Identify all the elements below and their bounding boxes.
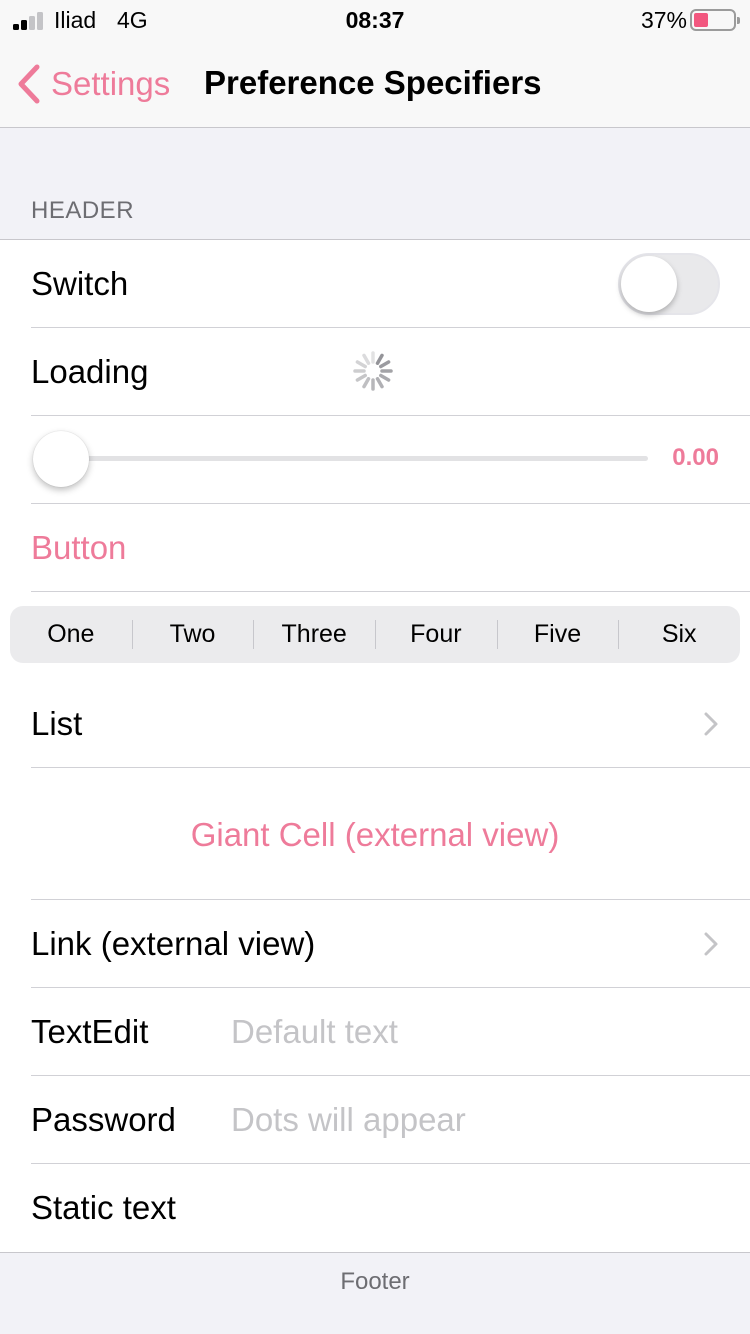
static-text-row: Static text: [0, 1164, 750, 1252]
chevron-right-icon: [704, 712, 718, 736]
spinner-spoke: [362, 353, 371, 365]
battery-terminal: [737, 17, 740, 24]
link-row[interactable]: Link (external view): [0, 900, 750, 988]
switch-label: Switch: [31, 265, 129, 302]
battery-level-fill: [694, 13, 708, 27]
segment-four[interactable]: Four: [375, 606, 497, 663]
battery-percentage: 37%: [640, 7, 687, 33]
chevron-left-icon: [18, 64, 40, 104]
spinner-spoke: [375, 377, 384, 389]
switch-knob: [621, 256, 677, 312]
slider-thumb[interactable]: [33, 431, 89, 487]
segment-two[interactable]: Two: [131, 606, 254, 663]
spinner-spoke: [355, 373, 367, 382]
giant-cell-row[interactable]: Giant Cell (external view): [0, 768, 750, 900]
static-text-label: Static text: [31, 1189, 176, 1226]
action-button[interactable]: Button: [31, 504, 126, 592]
back-button[interactable]: Settings: [16, 62, 170, 106]
back-button-label: Settings: [51, 65, 171, 102]
slider-track: [60, 456, 648, 461]
segmented-control: One Two Three Four Five Six: [10, 606, 740, 663]
segment-one[interactable]: One: [10, 606, 132, 663]
loading-label: Loading: [31, 353, 149, 390]
textedit-label: TextEdit: [31, 1013, 149, 1050]
slider-value: 0.00: [672, 444, 719, 471]
segment-three[interactable]: Three: [253, 606, 375, 663]
spinner-spoke: [355, 360, 367, 369]
password-label: Password: [31, 1101, 176, 1138]
chevron-right-icon: [704, 932, 718, 956]
textedit-field[interactable]: [231, 1007, 721, 1057]
spinner-spoke: [379, 360, 391, 369]
spinner-spoke: [375, 353, 384, 365]
segment-six[interactable]: Six: [618, 606, 740, 663]
page-title: Preference Specifiers: [204, 64, 542, 101]
switch-toggle[interactable]: [618, 253, 720, 315]
section-header: HEADER: [31, 197, 135, 224]
password-row: Password: [0, 1076, 750, 1164]
status-time: 08:37: [345, 7, 405, 33]
navigation-bar: Settings Preference Specifiers: [0, 40, 750, 128]
segment-five[interactable]: Five: [496, 606, 619, 663]
spinner-spoke: [379, 373, 391, 382]
battery-icon: [690, 9, 740, 31]
switch-row: Switch: [0, 240, 750, 328]
password-field[interactable]: [231, 1095, 721, 1145]
status-bar: Iliad 4G 08:37 37%: [0, 0, 750, 40]
list-label: List: [31, 705, 83, 742]
spinner-spoke: [362, 377, 371, 389]
list-row[interactable]: List: [0, 680, 750, 768]
giant-cell-label[interactable]: Giant Cell (external view): [0, 816, 750, 854]
link-label: Link (external view): [31, 925, 316, 962]
button-row[interactable]: Button: [0, 504, 750, 592]
activity-indicator-icon: [353, 351, 393, 391]
section-footer: Footer: [340, 1268, 410, 1295]
textedit-row: TextEdit: [0, 988, 750, 1076]
